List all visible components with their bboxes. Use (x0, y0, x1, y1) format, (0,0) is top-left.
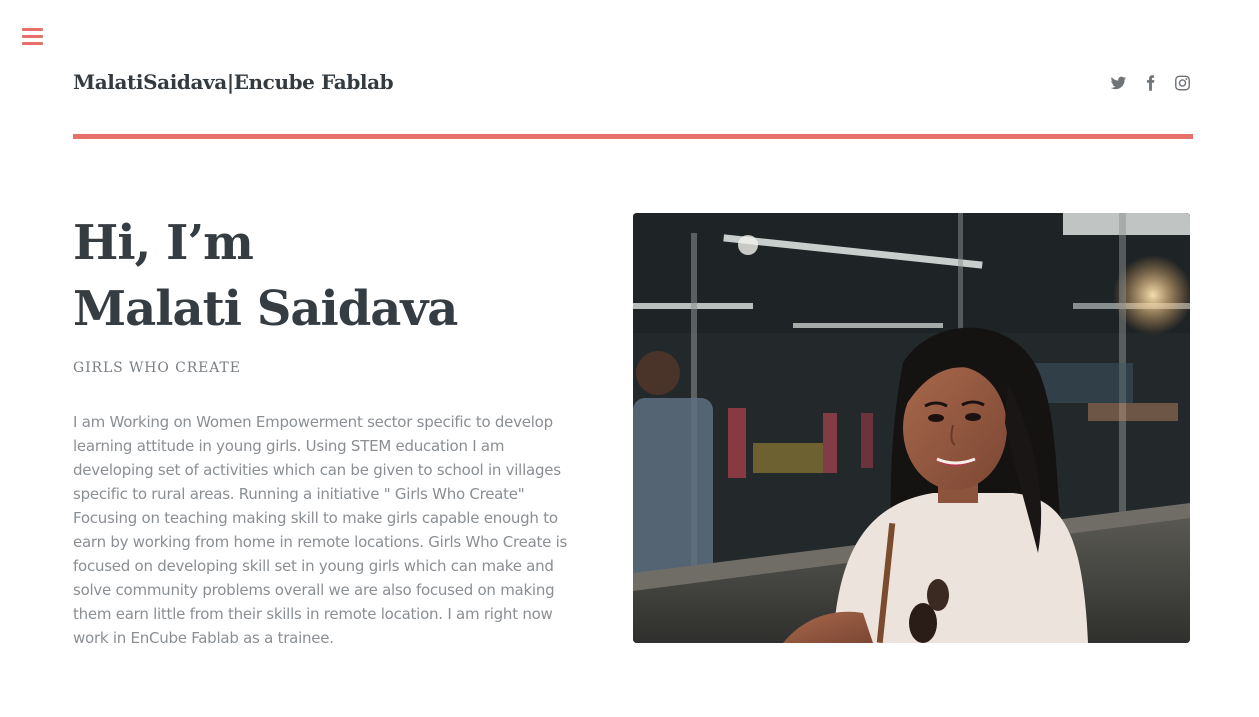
header-divider (73, 134, 1193, 139)
hero-bio: I am Working on Women Empowerment sector… (73, 413, 568, 647)
hero-tagline: GIRLS WHO CREATE (73, 360, 241, 376)
social-links (1110, 73, 1193, 93)
instagram-icon[interactable] (1174, 73, 1193, 93)
profile-photo (633, 213, 1190, 643)
hero-heading: Hi, I’m Malati Saidava (73, 210, 458, 342)
greeting-line: Hi, I’m (73, 215, 254, 271)
facebook-icon[interactable] (1142, 73, 1161, 93)
hamburger-menu-icon[interactable] (22, 27, 44, 47)
name-line: Malati Saidava (73, 281, 458, 337)
hamburger-bar (22, 42, 43, 45)
hamburger-bar (22, 28, 43, 31)
site-title[interactable]: MalatiSaidava|Encube Fablab (73, 70, 394, 94)
hamburger-bar (22, 35, 43, 38)
twitter-icon[interactable] (1110, 73, 1129, 93)
